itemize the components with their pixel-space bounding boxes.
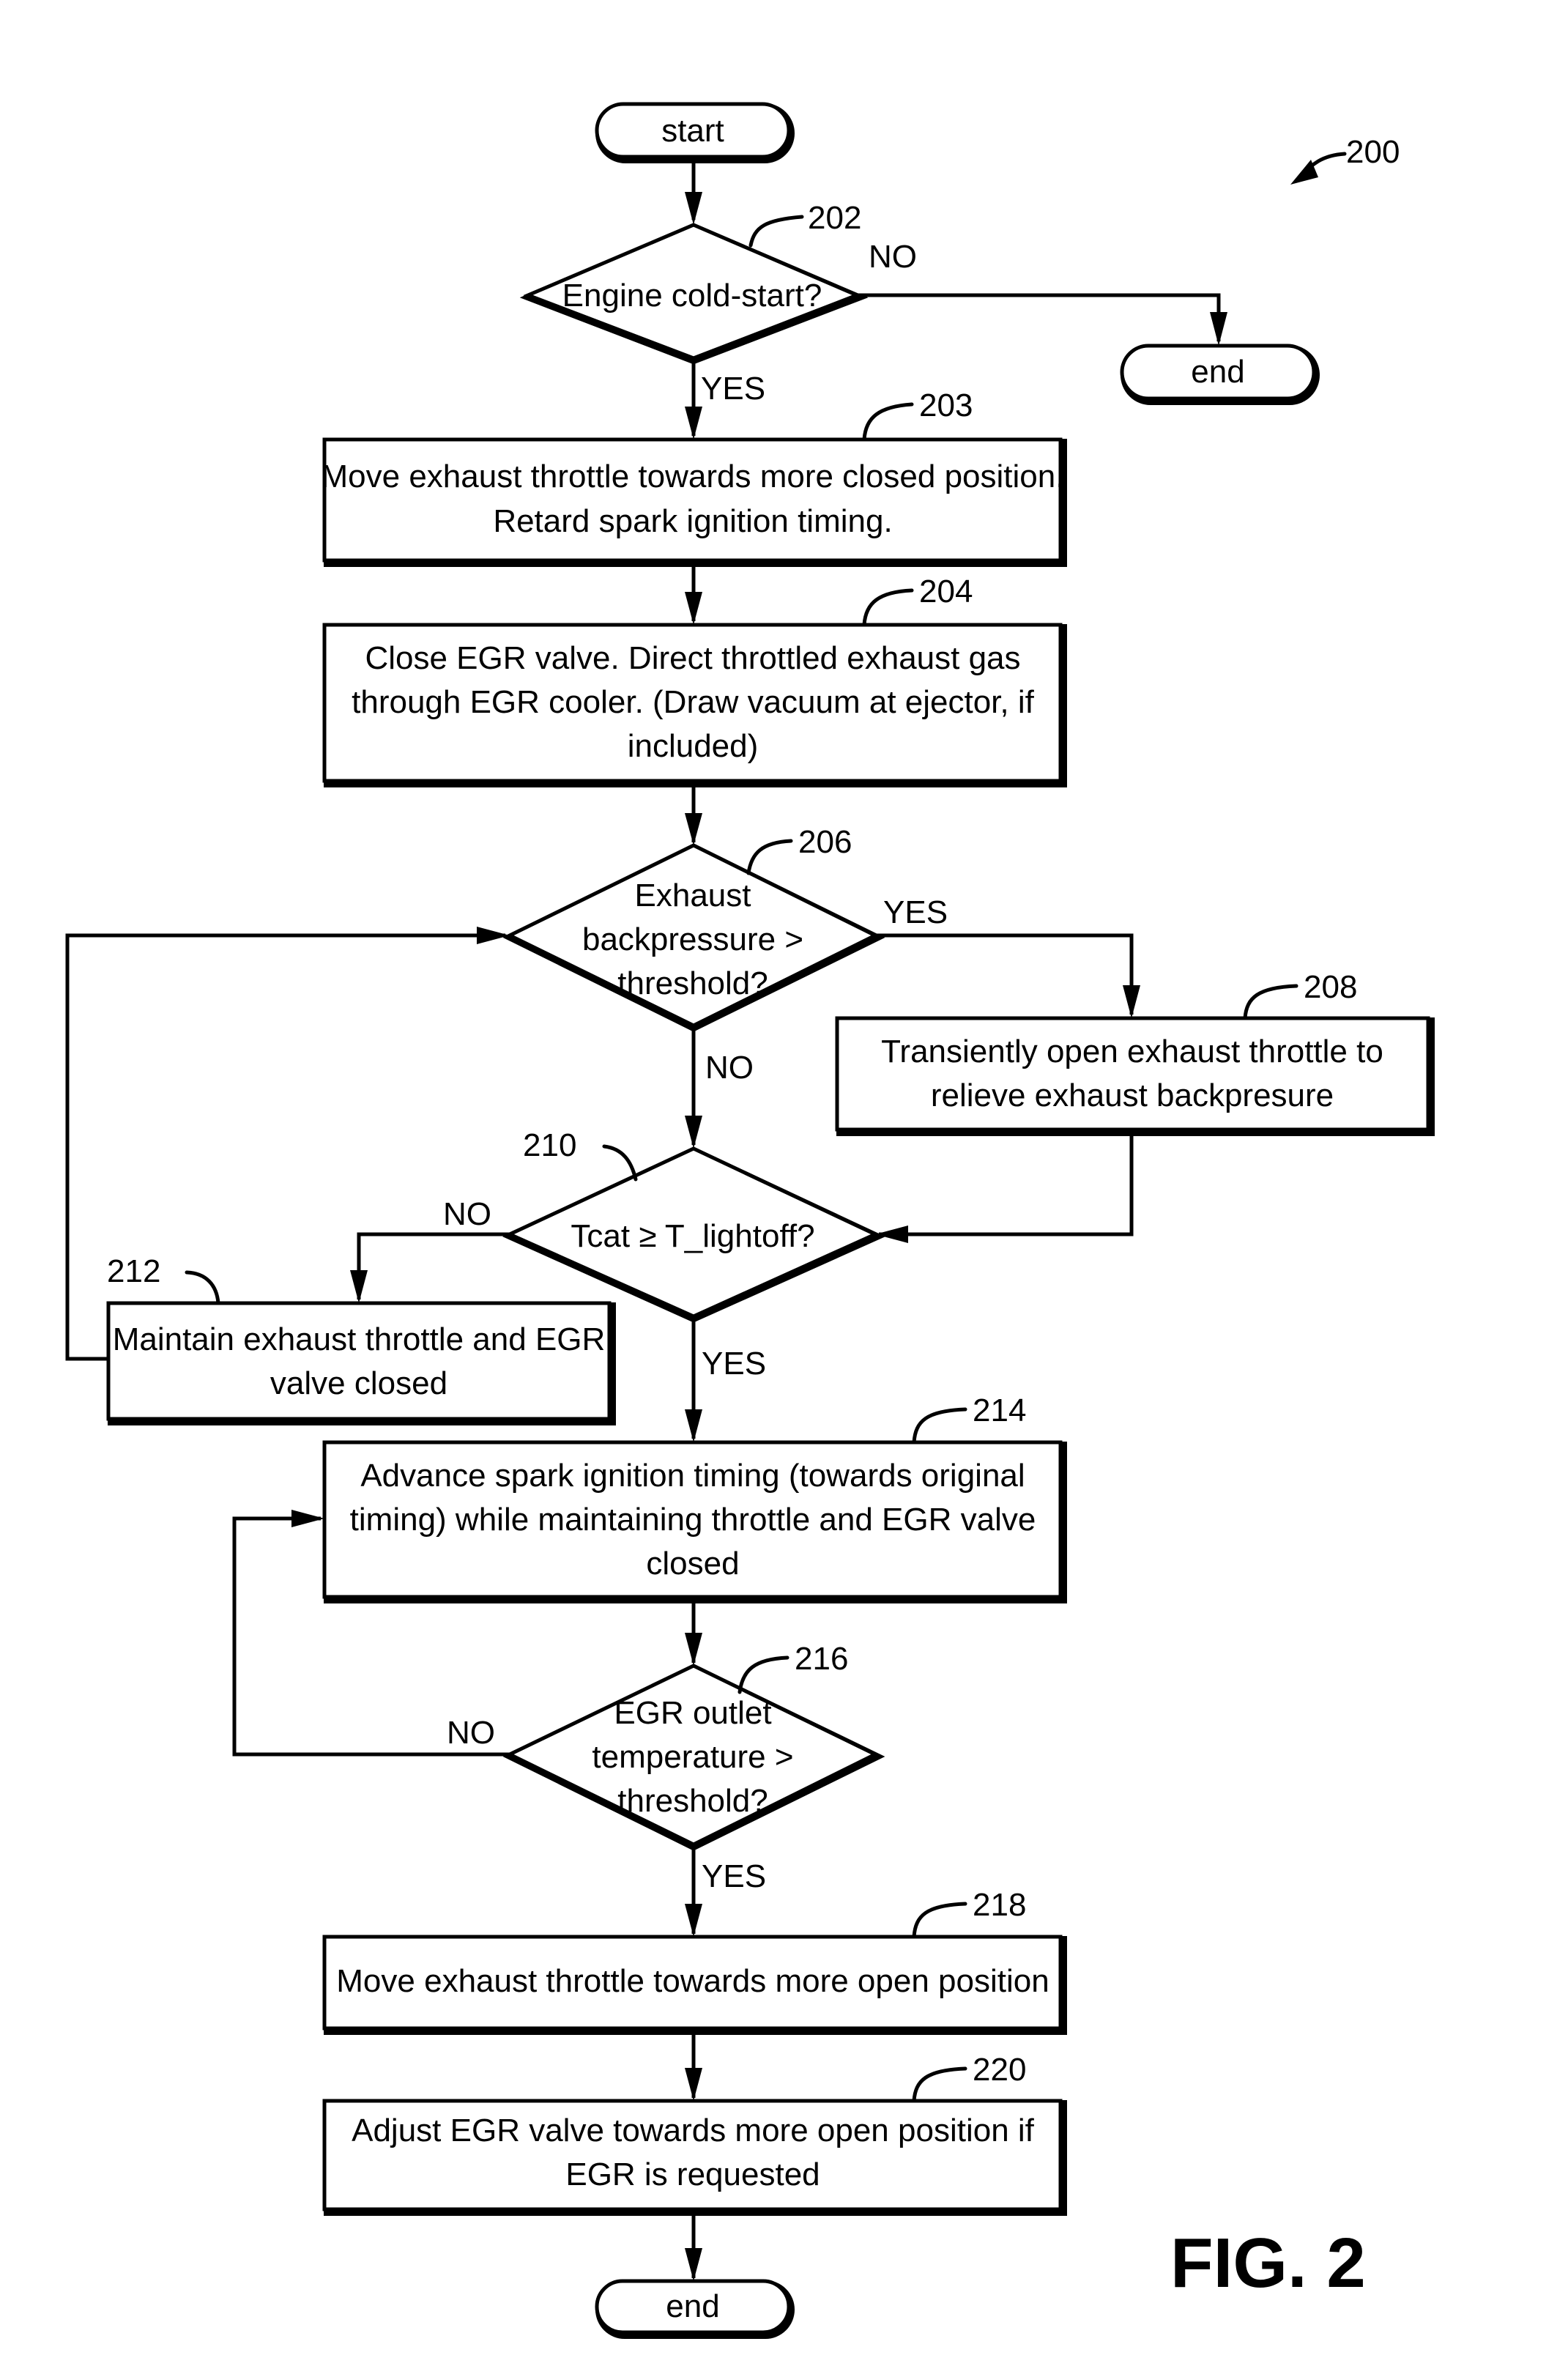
- decision-216-line-1: EGR outlet: [614, 1695, 771, 1731]
- leader-214: [912, 1407, 967, 1445]
- leader-203: [862, 402, 914, 442]
- process-218-text: Move exhaust throttle towards more open …: [336, 1963, 1049, 1999]
- edge-label-210-no: NO: [443, 1196, 491, 1232]
- edge-label-202-yes: YES: [701, 371, 765, 407]
- ref-216: 216: [795, 1641, 848, 1677]
- process-204-line-1: Close EGR valve. Direct throttled exhaus…: [365, 640, 1020, 676]
- decision-216-line-2: temperature >: [592, 1739, 793, 1775]
- arrowhead-icon: [685, 2248, 702, 2281]
- decision-210-text: Tcat ≥ T_lightoff?: [571, 1218, 814, 1254]
- process-203-line-1: Move exhaust throttle towards more close…: [322, 459, 1065, 494]
- decision-216-egr-outlet-temp[interactable]: EGR outlet temperature > threshold? 216: [502, 1641, 885, 1851]
- process-214-line-1: Advance spark ignition timing (towards o…: [360, 1458, 1025, 1494]
- arrowhead-icon: [685, 1633, 702, 1666]
- leader-204: [862, 588, 914, 627]
- edge-label-202-no: NO: [869, 239, 917, 275]
- process-208-line-1: Transiently open exhaust throttle to: [881, 1034, 1383, 1069]
- process-220-line-1: Adjust EGR valve towards more open posit…: [352, 2113, 1035, 2148]
- ref-218: 218: [973, 1887, 1026, 1923]
- arrowhead-icon: [685, 407, 702, 440]
- figure-reference: 200: [1290, 134, 1400, 185]
- start-terminal[interactable]: start: [595, 102, 795, 163]
- edge-label-206-no: NO: [705, 1050, 754, 1086]
- process-212-line-1: Maintain exhaust throttle and EGR: [113, 1321, 606, 1357]
- arrowhead-icon: [685, 1904, 702, 1937]
- ref-203: 203: [919, 387, 973, 423]
- edge-212-loop-206: [65, 933, 505, 1361]
- ref-206: 206: [798, 824, 852, 860]
- end-top-label: end: [1191, 354, 1244, 390]
- decision-206-line-2: backpressure >: [582, 921, 803, 957]
- arrowhead-icon: [291, 1510, 324, 1527]
- leader-210: [602, 1144, 638, 1182]
- edge-label-216-no: NO: [447, 1715, 495, 1751]
- decision-216-line-3: threshold?: [617, 1783, 768, 1819]
- flowchart: 200 start Engine cold-start? 202 NO YES …: [65, 102, 1435, 2339]
- edge-206-yes-208: [875, 933, 1134, 1015]
- process-212-line-2: valve closed: [270, 1365, 447, 1401]
- ref-202: 202: [808, 200, 861, 236]
- figure-reference-number: 200: [1346, 134, 1400, 170]
- arrowhead-icon: [1210, 312, 1227, 346]
- edge-label-206-yes: YES: [883, 894, 948, 930]
- leader-212: [185, 1270, 220, 1305]
- ref-220: 220: [973, 2052, 1026, 2088]
- edge-label-216-yes: YES: [702, 1858, 766, 1894]
- leader-208: [1243, 984, 1298, 1020]
- decision-202-engine-cold-start[interactable]: Engine cold-start? 202: [519, 200, 869, 365]
- process-208-line-2: relieve exhaust backpresure: [931, 1078, 1334, 1113]
- decision-206-line-3: threshold?: [617, 965, 768, 1001]
- arrowhead-icon: [1123, 985, 1140, 1018]
- end-terminal-top[interactable]: end: [1120, 344, 1320, 405]
- ref-204: 204: [919, 574, 973, 609]
- edge-210-no-212: [357, 1232, 510, 1299]
- leader-218: [912, 1902, 967, 1939]
- decision-206-backpressure[interactable]: Exhaust backpressure > threshold? 206: [502, 824, 885, 1032]
- arrowhead-icon: [350, 1270, 368, 1303]
- leader-216: [737, 1655, 789, 1694]
- process-203-line-2: Retard spark ignition timing.: [493, 503, 892, 539]
- start-label: start: [661, 113, 724, 149]
- edge-208-210: [879, 1133, 1134, 1236]
- arrowhead-icon: [685, 2068, 702, 2101]
- arrowhead-icon: [477, 927, 510, 944]
- figure-label: FIG. 2: [1170, 2224, 1366, 2302]
- ref-210: 210: [523, 1127, 576, 1163]
- leader-202: [748, 215, 804, 248]
- end-bottom-label: end: [666, 2288, 719, 2324]
- edge-label-210-yes: YES: [702, 1346, 766, 1382]
- arrowhead-icon: [685, 813, 702, 845]
- arrowhead-icon: [685, 1116, 702, 1149]
- ref-214: 214: [973, 1393, 1026, 1428]
- process-220-line-2: EGR is requested: [565, 2157, 820, 2192]
- process-214-line-3: closed: [646, 1546, 739, 1581]
- leader-220: [912, 2066, 967, 2103]
- end-terminal-bottom[interactable]: end: [595, 2279, 795, 2339]
- leader-206: [746, 839, 793, 875]
- ref-208: 208: [1304, 969, 1357, 1005]
- process-204-line-3: included): [628, 728, 759, 764]
- decision-210-tcat-lightoff[interactable]: Tcat ≥ T_lightoff? 210: [502, 1127, 886, 1323]
- arrowhead-icon: [685, 592, 702, 625]
- decision-202-text: Engine cold-start?: [562, 278, 822, 314]
- ref-212: 212: [107, 1253, 160, 1289]
- decision-206-line-1: Exhaust: [635, 878, 751, 913]
- edge-202-no-end: [857, 293, 1221, 341]
- process-204-line-2: through EGR cooler. (Draw vacuum at ejec…: [352, 684, 1035, 720]
- process-214-line-2: timing) while maintaining throttle and E…: [350, 1502, 1036, 1538]
- arrowhead-icon: [685, 192, 702, 225]
- arrowhead-icon: [685, 1409, 702, 1442]
